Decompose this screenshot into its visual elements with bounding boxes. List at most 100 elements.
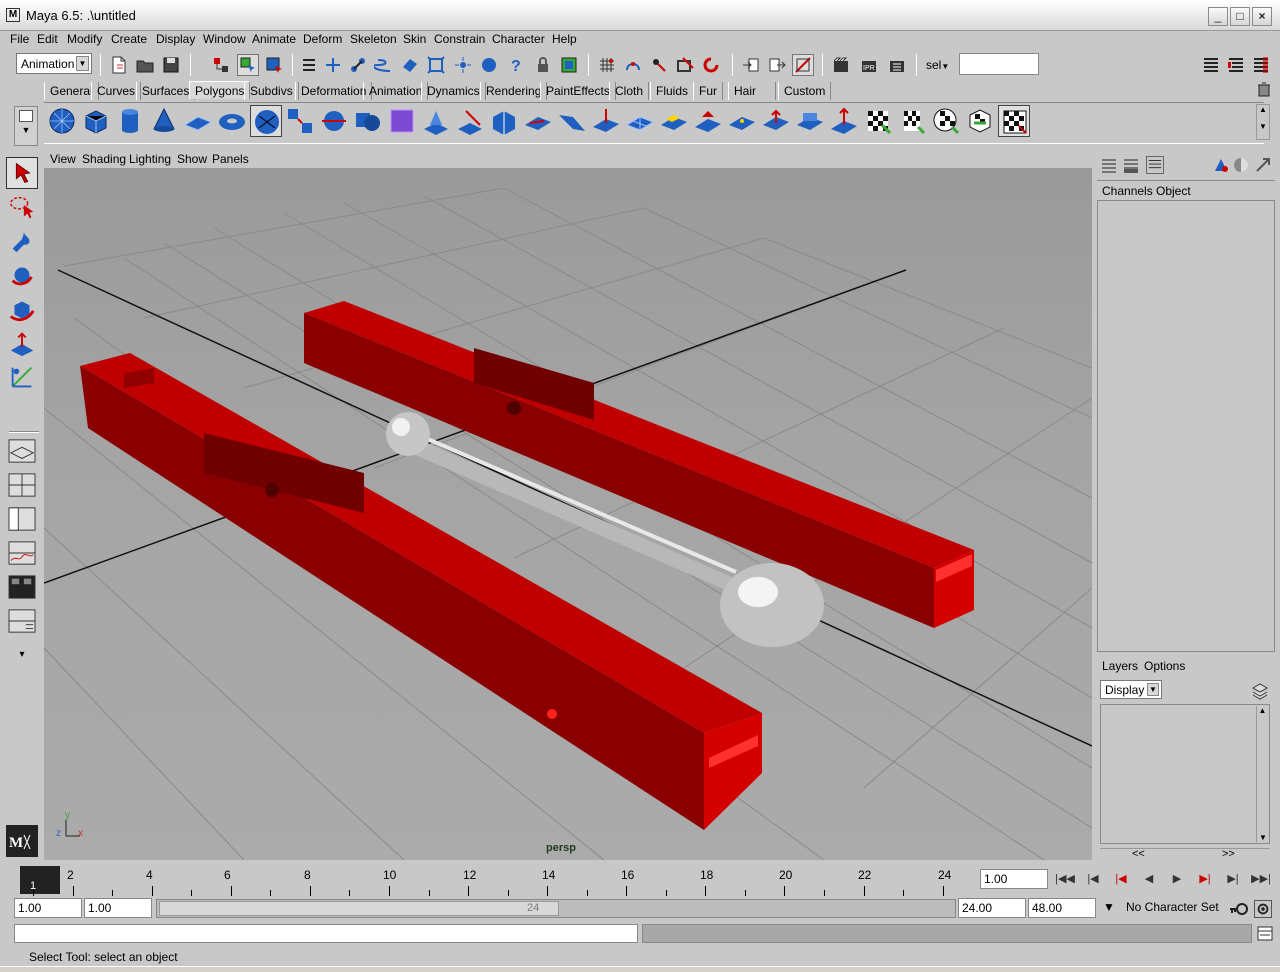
viewport-canvas[interactable] — [44, 168, 1092, 860]
menu-animate[interactable]: Animate — [252, 32, 296, 46]
shelf-tab-dynamics[interactable]: Dynamics — [421, 82, 486, 100]
layer-scroll-bar[interactable] — [1100, 848, 1270, 860]
time-slider[interactable]: 1 2 4 6 8 10 12 14 16 18 20 22 24 — [16, 864, 964, 896]
uv-texture-editor-icon[interactable] — [998, 105, 1030, 137]
shelf-tab-polygons[interactable]: Polygons — [189, 81, 251, 99]
current-time-field[interactable]: 1.00 — [980, 869, 1048, 889]
step-back-key-button[interactable]: |◀ — [1108, 868, 1134, 890]
collapse-icon[interactable] — [794, 105, 826, 137]
channel-box-only-icon[interactable] — [1100, 156, 1118, 174]
poly-cylinder-icon[interactable] — [114, 105, 146, 137]
menu-file[interactable]: File — [10, 32, 29, 46]
panel-menu-panels[interactable]: Panels — [212, 152, 249, 166]
lock-selection-icon[interactable] — [532, 54, 554, 76]
new-scene-icon[interactable] — [108, 54, 130, 76]
shading-sphere-icon[interactable] — [1232, 156, 1250, 174]
toggle-attribute-editor-icon[interactable] — [1200, 54, 1222, 76]
select-misc-icon[interactable]: ? — [504, 54, 526, 76]
panel-menu-shading[interactable]: Shading — [82, 152, 126, 166]
sculpt-icon[interactable] — [828, 105, 860, 137]
shelf-tab-rendering[interactable]: Rendering — [480, 82, 548, 100]
channel-box-content[interactable] — [1097, 200, 1275, 652]
trash-icon[interactable] — [1256, 81, 1272, 97]
shelf-tab-hair[interactable]: Hair — [728, 82, 776, 100]
menu-set-dropdown[interactable]: Animation ▼ — [16, 53, 92, 74]
open-scene-icon[interactable] — [134, 54, 156, 76]
persp-graph-layout-icon[interactable] — [6, 539, 38, 569]
poly-torus-icon[interactable] — [216, 105, 248, 137]
channel-box-layers-icon[interactable] — [1122, 156, 1140, 174]
select-joints-icon[interactable] — [347, 54, 369, 76]
input-ops-icon[interactable] — [740, 54, 762, 76]
select-deformations-icon[interactable] — [425, 54, 447, 76]
shelf-tab-curves[interactable]: Curves — [91, 82, 142, 100]
select-handles-icon[interactable] — [322, 54, 344, 76]
range-slider-handle[interactable] — [159, 901, 559, 916]
go-to-end-button[interactable]: ▶▶| — [1248, 868, 1274, 890]
smooth-proxy-icon[interactable] — [386, 105, 418, 137]
snap-point-icon[interactable] — [648, 54, 670, 76]
start-time-field[interactable]: 1.00 — [14, 898, 82, 918]
poly-sphere-icon[interactable] — [46, 105, 78, 137]
close-button[interactable]: × — [1252, 7, 1272, 26]
wedge-face-icon[interactable] — [556, 105, 588, 137]
menu-edit[interactable]: Edit — [37, 32, 58, 46]
reverse-normals-icon[interactable] — [760, 105, 792, 137]
panel-menu-show[interactable]: Show — [177, 152, 207, 166]
select-hierarchy-icon[interactable] — [210, 54, 232, 76]
merge-vertices-icon[interactable] — [726, 105, 758, 137]
play-forwards-button[interactable]: ▶ — [1164, 868, 1190, 890]
duplicate-face-icon[interactable] — [658, 105, 690, 137]
menu-character[interactable]: Character — [492, 32, 545, 46]
playback-end-field[interactable]: 24.00 — [958, 898, 1026, 918]
menu-deform[interactable]: Deform — [303, 32, 342, 46]
panel-menu-view[interactable]: View — [50, 152, 76, 166]
step-forward-frame-button[interactable]: ▶| — [1220, 868, 1246, 890]
poly-cube-icon[interactable] — [80, 105, 112, 137]
output-ops-icon[interactable] — [766, 54, 788, 76]
panel-menu-lighting[interactable]: Lighting — [129, 152, 171, 166]
go-to-start-button[interactable]: |◀◀ — [1052, 868, 1078, 890]
chevron-down-icon[interactable]: ▼ — [1098, 900, 1120, 918]
maximize-button[interactable]: □ — [1230, 7, 1250, 26]
move-tool-icon[interactable] — [6, 259, 38, 291]
command-line-input[interactable] — [14, 924, 638, 943]
menu-modify[interactable]: Modify — [67, 32, 102, 46]
channel-box-object-menu[interactable]: Object — [1156, 184, 1191, 198]
toggle-channel-box-icon[interactable] — [1250, 54, 1272, 76]
select-component-icon[interactable] — [263, 54, 285, 76]
perspective-viewport[interactable]: y z x persp — [44, 168, 1092, 860]
step-forward-key-button[interactable]: ▶| — [1192, 868, 1218, 890]
shelf-tab-cloth[interactable]: Cloth — [609, 82, 650, 100]
end-time-field[interactable]: 48.00 — [1028, 898, 1096, 918]
split-polygon-icon[interactable] — [522, 105, 554, 137]
make-live-icon[interactable] — [700, 54, 722, 76]
snap-grid-icon[interactable] — [596, 54, 618, 76]
toggle-tool-settings-icon[interactable] — [1225, 54, 1247, 76]
poly-prism-icon[interactable] — [250, 105, 282, 137]
poly-cone-icon[interactable] — [148, 105, 180, 137]
quick-selection-label[interactable]: sel▼ — [926, 58, 949, 72]
menu-window[interactable]: Window — [203, 32, 246, 46]
select-object-icon[interactable] — [237, 54, 259, 76]
menu-create[interactable]: Create — [111, 32, 147, 46]
layers-only-icon[interactable] — [1146, 156, 1164, 174]
shelf-tab-animation[interactable]: Animation — [363, 82, 429, 100]
layout-menu-button[interactable]: ▾ — [6, 641, 38, 669]
automatic-mapping-icon[interactable] — [964, 105, 996, 137]
select-surfaces-icon[interactable] — [399, 54, 421, 76]
shelf-tab-surfaces[interactable]: Surfaces — [136, 82, 196, 100]
channel-box-channels-menu[interactable]: Channels — [1102, 184, 1153, 198]
spherical-mapping-icon[interactable] — [930, 105, 962, 137]
lasso-tool-icon[interactable] — [6, 191, 38, 223]
layer-list[interactable] — [1100, 704, 1270, 844]
scroll-right-button[interactable]: >> — [1222, 848, 1235, 860]
cylindrical-mapping-icon[interactable] — [896, 105, 928, 137]
scale-tool-icon[interactable] — [6, 327, 38, 359]
playback-start-field[interactable]: 1.00 — [84, 898, 152, 918]
bevel-icon[interactable] — [488, 105, 520, 137]
ipr-render-icon[interactable]: IPR — [858, 54, 880, 76]
boolean-icon[interactable] — [352, 105, 384, 137]
poke-face-icon[interactable] — [590, 105, 622, 137]
auto-key-icon[interactable] — [1228, 900, 1250, 918]
